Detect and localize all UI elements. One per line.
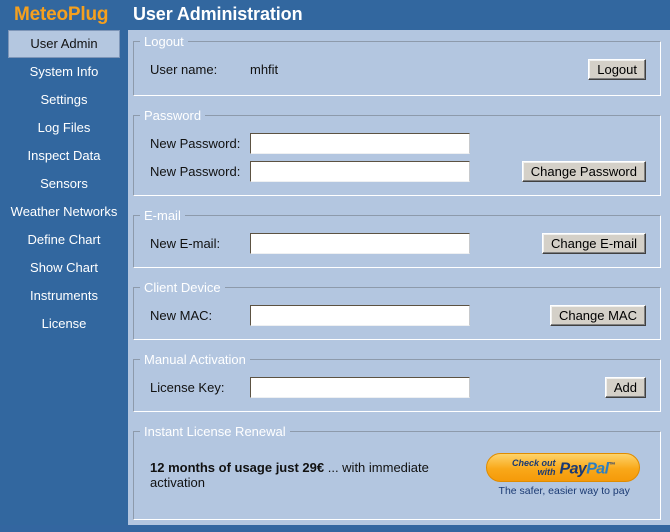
- paypal-logo-pal: Pal: [586, 460, 609, 478]
- new-email-label: New E-mail:: [150, 235, 221, 251]
- new-password-input-2[interactable]: [250, 160, 470, 182]
- logout-legend: Logout: [144, 34, 184, 49]
- paypal-checkout-caption: Check out with: [512, 458, 556, 477]
- renewal-body: 12 months of usage just 29€ ... with imm…: [134, 439, 660, 519]
- password-section: Password New Password: New Password: Cha…: [133, 108, 661, 196]
- paypal-logo-pay: Pay: [559, 460, 587, 478]
- add-license-button-slot: Add: [604, 376, 652, 398]
- paypal-checkout-button[interactable]: Check out with PayPal™: [486, 453, 641, 482]
- logout-row: User name: mhfit Logout: [142, 55, 652, 83]
- client-device-legend: Client Device: [144, 280, 221, 295]
- new-mac-input[interactable]: [250, 304, 470, 326]
- paypal-checkout-line2: with: [537, 466, 556, 477]
- sidebar-item-define-chart[interactable]: Define Chart: [8, 226, 120, 254]
- paypal-logo: PayPal™: [559, 458, 616, 478]
- manual-activation-body: License Key: Add: [134, 367, 660, 411]
- license-key-label: License Key:: [150, 379, 225, 395]
- add-license-button[interactable]: Add: [604, 376, 646, 398]
- change-password-button-slot: Change Password: [521, 160, 652, 182]
- new-email-input[interactable]: [250, 232, 470, 254]
- sidebar-item-log-files[interactable]: Log Files: [8, 114, 120, 142]
- sidebar-item-sensors[interactable]: Sensors: [8, 170, 120, 198]
- sidebar-item-settings[interactable]: Settings: [8, 86, 120, 114]
- new-password-label-1: New Password:: [150, 135, 241, 151]
- page-title: User Administration: [133, 4, 303, 24]
- sidebar-item-label: Sensors: [40, 176, 88, 191]
- username-label: User name:: [150, 61, 218, 77]
- renewal-section: Instant License Renewal 12 months of usa…: [133, 424, 661, 520]
- mac-row: New MAC: Change MAC: [142, 301, 652, 329]
- change-mac-button[interactable]: Change MAC: [549, 304, 646, 326]
- email-body: New E-mail: Change E-mail: [134, 223, 660, 267]
- header-bar: MeteoPlug User Administration: [0, 0, 670, 30]
- sidebar-item-user-admin[interactable]: User Admin: [8, 30, 120, 58]
- password-row-2: New Password: Change Password: [142, 157, 652, 185]
- logout-section: Logout User name: mhfit Logout: [133, 34, 661, 96]
- password-legend: Password: [144, 108, 202, 123]
- logout-button-slot: Logout: [588, 58, 652, 80]
- sidebar-item-system-info[interactable]: System Info: [8, 58, 120, 86]
- content-area: Logout User name: mhfit Logout Password: [128, 30, 670, 525]
- new-password-label-2: New Password:: [150, 163, 241, 179]
- password-row-1: New Password:: [142, 129, 652, 157]
- trademark-icon: ™: [608, 461, 615, 469]
- change-email-button-slot: Change E-mail: [542, 232, 652, 254]
- sidebar-nav: User Admin System Info Settings Log File…: [0, 30, 128, 525]
- renewal-offer-text: 12 months of usage just 29€ ... with imm…: [142, 460, 486, 490]
- sidebar-item-label: Inspect Data: [27, 148, 101, 163]
- client-device-section: Client Device New MAC: Change MAC: [133, 280, 661, 340]
- change-mac-button-slot: Change MAC: [549, 304, 652, 326]
- sidebar-item-label: Instruments: [30, 288, 98, 303]
- sidebar-item-show-chart[interactable]: Show Chart: [8, 254, 120, 282]
- sidebar-item-label: Define Chart: [27, 232, 101, 247]
- email-legend: E-mail: [144, 208, 181, 223]
- sidebar-item-label: User Admin: [30, 36, 98, 51]
- license-key-input[interactable]: [250, 376, 470, 398]
- sidebar-item-label: License: [41, 316, 87, 331]
- email-row: New E-mail: Change E-mail: [142, 229, 652, 257]
- paypal-block: Check out with PayPal™ The safer, easier…: [486, 453, 642, 497]
- sidebar-item-label: Weather Networks: [10, 204, 118, 219]
- license-key-row: License Key: Add: [142, 373, 652, 401]
- email-section: E-mail New E-mail: Change E-mail: [133, 208, 661, 268]
- app-window: MeteoPlug User Administration User Admin…: [0, 0, 670, 525]
- password-body: New Password: New Password: Change Passw…: [134, 123, 660, 195]
- sidebar-item-inspect-data[interactable]: Inspect Data: [8, 142, 120, 170]
- sidebar-item-label: Show Chart: [30, 260, 98, 275]
- sidebar-item-label: Settings: [40, 92, 88, 107]
- sidebar-item-weather-networks[interactable]: Weather Networks: [8, 198, 120, 226]
- sidebar-item-label: Log Files: [37, 120, 91, 135]
- brand-logo: MeteoPlug: [14, 4, 109, 25]
- renewal-legend: Instant License Renewal: [144, 424, 286, 439]
- change-password-button[interactable]: Change Password: [521, 160, 646, 182]
- manual-activation-section: Manual Activation License Key: Add: [133, 352, 661, 412]
- sidebar-item-label: System Info: [29, 64, 99, 79]
- sidebar-item-license[interactable]: License: [8, 310, 120, 338]
- sidebar-item-instruments[interactable]: Instruments: [8, 282, 120, 310]
- change-email-button[interactable]: Change E-mail: [542, 232, 646, 254]
- new-password-input-1[interactable]: [250, 132, 470, 154]
- content-inner: Logout User name: mhfit Logout Password: [133, 34, 661, 532]
- client-device-body: New MAC: Change MAC: [134, 295, 660, 339]
- logout-button[interactable]: Logout: [588, 58, 646, 80]
- paypal-tagline: The safer, easier way to pay: [498, 485, 630, 497]
- logout-body: User name: mhfit Logout: [134, 49, 660, 95]
- new-mac-label: New MAC:: [150, 307, 213, 323]
- renewal-offer-price: 12 months of usage just 29€: [150, 460, 325, 475]
- manual-activation-legend: Manual Activation: [144, 352, 246, 367]
- username-value: mhfit: [250, 61, 279, 77]
